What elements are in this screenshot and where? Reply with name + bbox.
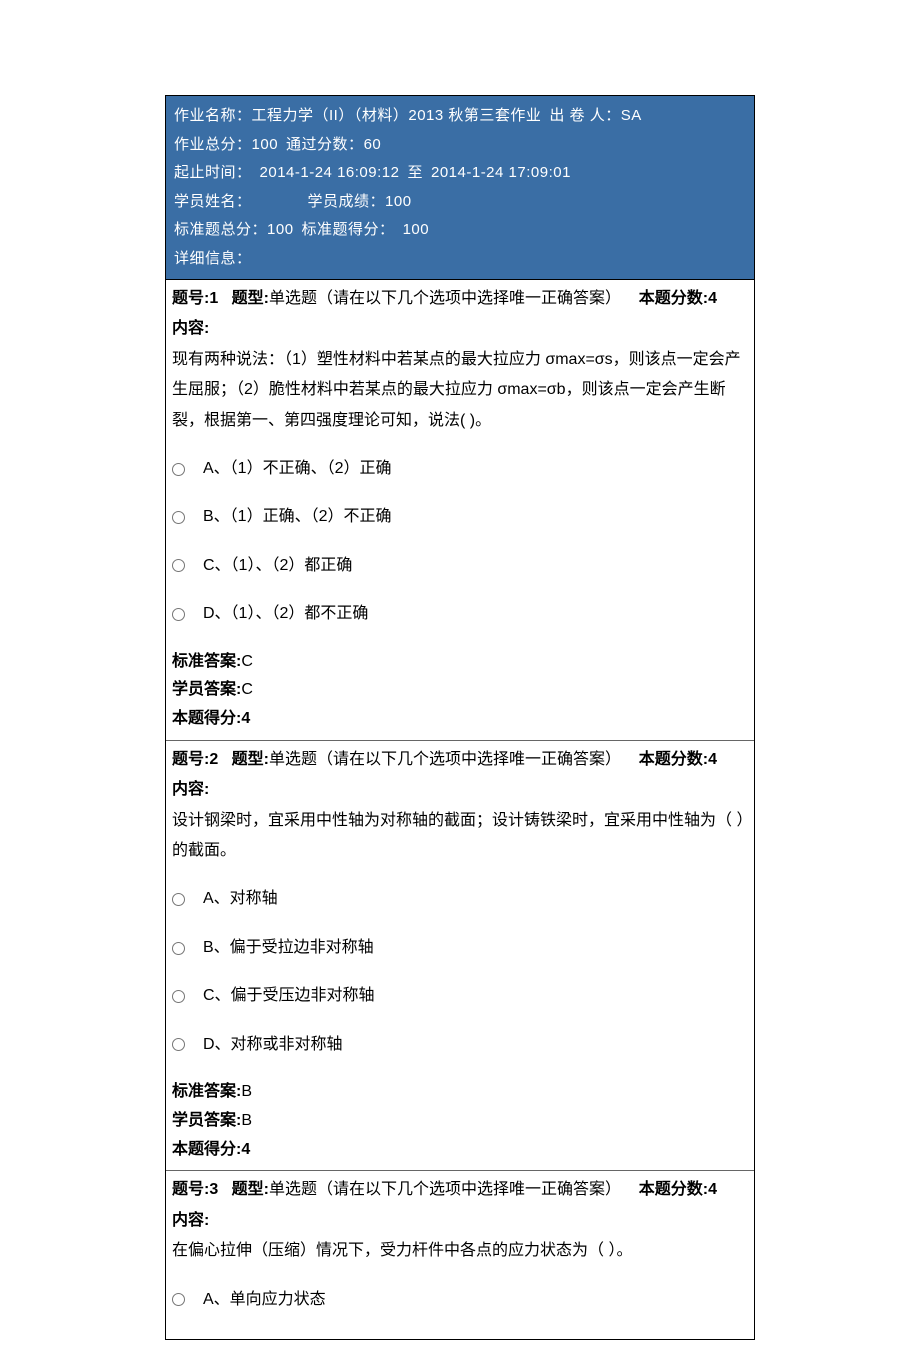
std-got-label: 标准题得分： — [302, 216, 395, 245]
answer-block: 标准答案:B 学员答案:B 本题得分:4 — [172, 1078, 748, 1164]
options-list: A、对称轴 B、偏于受拉边非对称轴 C、偏于受压边非对称轴 D、对称或非对称轴 — [172, 884, 748, 1060]
std-answer-label: 标准答案: — [172, 653, 241, 670]
q-content-label: 内容: — [172, 1206, 748, 1236]
option-text: C、（1）、（2）都正确 — [203, 551, 352, 581]
option-radio[interactable] — [172, 1293, 185, 1306]
option-text: B、偏于受拉边非对称轴 — [203, 933, 374, 963]
assignment-name-value: 工程力学（II）（材料）2013 秋第三套作业 — [252, 102, 542, 131]
option-text: B、（1）正确、（2）不正确 — [203, 502, 391, 532]
option-item: D、对称或非对称轴 — [172, 1030, 748, 1060]
page: 作业名称： 工程力学（II）（材料）2013 秋第三套作业 出 卷 人： SA … — [0, 0, 920, 1370]
assignment-header: 作业名称： 工程力学（II）（材料）2013 秋第三套作业 出 卷 人： SA … — [165, 95, 755, 280]
q-no-value: 2 — [209, 751, 218, 768]
options-list: A、（1）不正确、（2）正确 B、（1）正确、（2）不正确 C、（1）、（2）都… — [172, 454, 748, 630]
student-name-label: 学员姓名： — [174, 188, 252, 217]
q-points-label: 本题分数: — [639, 751, 708, 768]
period-label: 起止时间： — [174, 159, 252, 188]
q-points-label: 本题分数: — [639, 1181, 708, 1198]
q-type-desc: 单选题（请在以下几个选项中选择唯一正确答案） — [269, 751, 621, 768]
q-no-value: 3 — [209, 1181, 218, 1198]
option-text: A、对称轴 — [203, 884, 278, 914]
option-text: D、（1）、（2）都不正确 — [203, 599, 368, 629]
option-item: C、（1）、（2）都正确 — [172, 551, 748, 581]
option-radio[interactable] — [172, 893, 185, 906]
q-points-value: 4 — [708, 290, 717, 307]
std-answer-label: 标准答案: — [172, 1083, 241, 1100]
question-header: 题号:1 题型:单选题（请在以下几个选项中选择唯一正确答案） 本题分数:4 — [172, 284, 748, 314]
question-block: 题号:2 题型:单选题（请在以下几个选项中选择唯一正确答案） 本题分数:4 内容… — [166, 740, 754, 1171]
options-list: A、单向应力状态 — [172, 1285, 748, 1315]
q-content-label: 内容: — [172, 314, 748, 344]
total-score-label: 作业总分： — [174, 131, 252, 160]
stu-answer-value: C — [241, 681, 253, 698]
setter-label: 出 卷 人： — [549, 102, 620, 131]
answer-block: 标准答案:C 学员答案:C 本题得分:4 — [172, 648, 748, 734]
details-label: 详细信息： — [174, 245, 252, 274]
q-points-value: 4 — [708, 1181, 717, 1198]
q-type-label: 题型: — [232, 751, 269, 768]
q-type-desc: 单选题（请在以下几个选项中选择唯一正确答案） — [269, 290, 621, 307]
std-answer-value: C — [241, 653, 253, 670]
option-text: A、单向应力状态 — [203, 1285, 326, 1315]
pass-score-value: 60 — [364, 131, 382, 160]
std-total-value: 100 — [267, 216, 294, 245]
std-got-value: 100 — [403, 216, 430, 245]
period-start-value: 2014-1-24 16:09:12 — [260, 159, 400, 188]
period-end-value: 2014-1-24 17:09:01 — [431, 159, 571, 188]
option-radio[interactable] — [172, 559, 185, 572]
option-radio[interactable] — [172, 1038, 185, 1051]
q-type-label: 题型: — [232, 1181, 269, 1198]
assignment-name-label: 作业名称： — [174, 102, 252, 131]
option-radio[interactable] — [172, 942, 185, 955]
q-no-label: 题号: — [172, 751, 209, 768]
option-text: C、偏于受压边非对称轴 — [203, 981, 375, 1011]
q-type-desc: 单选题（请在以下几个选项中选择唯一正确答案） — [269, 1181, 621, 1198]
stu-answer-label: 学员答案: — [172, 681, 241, 698]
q-points-value: 4 — [708, 751, 717, 768]
q-no-value: 1 — [209, 290, 218, 307]
got-label: 本题得分: — [172, 1141, 241, 1158]
q-content-text: 设计钢梁时，宜采用中性轴为对称轴的截面；设计铸铁梁时，宜采用中性轴为（ ）的截面… — [172, 806, 748, 867]
q-no-label: 题号: — [172, 290, 209, 307]
option-text: D、对称或非对称轴 — [203, 1030, 343, 1060]
q-content-label: 内容: — [172, 775, 748, 805]
q-content-text: 现有两种说法：（1）塑性材料中若某点的最大拉应力 σmax=σs，则该点一定会产… — [172, 345, 748, 436]
pass-score-label: 通过分数： — [286, 131, 364, 160]
option-item: D、（1）、（2）都不正确 — [172, 599, 748, 629]
period-to-label: 至 — [407, 159, 423, 188]
stu-answer-label: 学员答案: — [172, 1112, 241, 1129]
q-points-label: 本题分数: — [639, 290, 708, 307]
option-radio[interactable] — [172, 990, 185, 1003]
q-no-label: 题号: — [172, 1181, 209, 1198]
stu-answer-value: B — [241, 1112, 252, 1129]
option-radio[interactable] — [172, 511, 185, 524]
std-total-label: 标准题总分： — [174, 216, 267, 245]
option-radio[interactable] — [172, 463, 185, 476]
student-score-value: 100 — [385, 188, 412, 217]
option-text: A、（1）不正确、（2）正确 — [203, 454, 391, 484]
q-content-text: 在偏心拉伸（压缩）情况下，受力杆件中各点的应力状态为（ ）。 — [172, 1236, 748, 1266]
question-header: 题号:3 题型:单选题（请在以下几个选项中选择唯一正确答案） 本题分数:4 — [172, 1175, 748, 1205]
option-item: A、对称轴 — [172, 884, 748, 914]
question-header: 题号:2 题型:单选题（请在以下几个选项中选择唯一正确答案） 本题分数:4 — [172, 745, 748, 775]
student-score-label: 学员成绩： — [308, 188, 386, 217]
option-radio[interactable] — [172, 608, 185, 621]
q-type-label: 题型: — [232, 290, 269, 307]
option-item: A、（1）不正确、（2）正确 — [172, 454, 748, 484]
got-label: 本题得分: — [172, 710, 241, 727]
option-item: B、（1）正确、（2）不正确 — [172, 502, 748, 532]
option-item: C、偏于受压边非对称轴 — [172, 981, 748, 1011]
got-value: 4 — [241, 1141, 250, 1158]
questions-container: 题号:1 题型:单选题（请在以下几个选项中选择唯一正确答案） 本题分数:4 内容… — [165, 280, 755, 1340]
question-block: 题号:3 题型:单选题（请在以下几个选项中选择唯一正确答案） 本题分数:4 内容… — [166, 1170, 754, 1339]
question-block: 题号:1 题型:单选题（请在以下几个选项中选择唯一正确答案） 本题分数:4 内容… — [166, 280, 754, 740]
setter-value: SA — [621, 102, 642, 131]
std-answer-value: B — [241, 1083, 252, 1100]
total-score-value: 100 — [252, 131, 279, 160]
got-value: 4 — [241, 710, 250, 727]
option-item: A、单向应力状态 — [172, 1285, 748, 1315]
option-item: B、偏于受拉边非对称轴 — [172, 933, 748, 963]
